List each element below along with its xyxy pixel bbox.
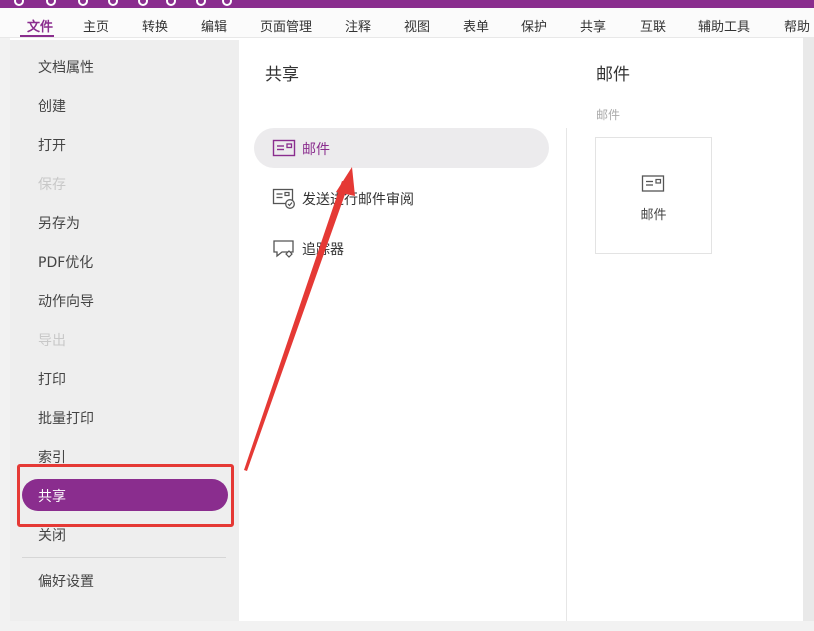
menu-annotate[interactable]: 注释 xyxy=(345,16,371,35)
quick-access-icon[interactable] xyxy=(166,0,176,6)
menu-accessibility[interactable]: 辅助工具 xyxy=(698,16,750,35)
share-options-panel: 共享 邮件 发送进行邮件审阅 追踪器 xyxy=(239,40,566,621)
nav-save: 保存 xyxy=(38,177,66,193)
quick-access-icon[interactable] xyxy=(108,0,118,6)
menu-file[interactable]: 文件 xyxy=(27,16,53,35)
menu-convert[interactable]: 转换 xyxy=(142,16,168,35)
nav-save-as[interactable]: 另存为 xyxy=(38,213,80,233)
quick-access-icon[interactable] xyxy=(138,0,148,6)
menu-edit[interactable]: 编辑 xyxy=(201,16,227,35)
bottom-margin xyxy=(0,621,814,631)
option-tracker-label: 追踪器 xyxy=(302,242,344,258)
quick-access-icon[interactable] xyxy=(46,0,56,6)
nav-preferences[interactable]: 偏好设置 xyxy=(38,571,94,591)
menu-protect[interactable]: 保护 xyxy=(521,16,547,35)
mail-review-icon xyxy=(272,188,295,209)
nav-document-properties[interactable]: 文档属性 xyxy=(38,57,94,77)
section-title: 共享 xyxy=(265,65,299,85)
detail-subtitle: 邮件 xyxy=(596,108,621,122)
nav-divider xyxy=(22,557,226,558)
option-mail-label: 邮件 xyxy=(302,142,330,158)
mail-card-button[interactable]: 邮件 xyxy=(595,137,712,254)
nav-index[interactable]: 索引 xyxy=(38,447,66,467)
mail-icon xyxy=(272,139,296,157)
nav-share-label: 共享 xyxy=(38,489,66,505)
quick-access-icon[interactable] xyxy=(222,0,232,6)
nav-print[interactable]: 打印 xyxy=(38,369,66,389)
menu-home[interactable]: 主页 xyxy=(83,16,109,35)
left-margin xyxy=(0,38,10,631)
right-edge-panel xyxy=(803,38,814,631)
nav-create[interactable]: 创建 xyxy=(38,96,66,116)
nav-export: 导出 xyxy=(38,333,66,349)
option-tracker[interactable]: 追踪器 xyxy=(254,228,549,268)
mail-icon xyxy=(641,175,665,192)
backstage-nav: 文档属性 创建 打开 保存 另存为 PDF优化 动作向导 导出 打印 批量打印 … xyxy=(10,40,239,621)
menu-view[interactable]: 视图 xyxy=(404,16,430,35)
option-send-for-email-review[interactable]: 发送进行邮件审阅 xyxy=(254,178,549,218)
nav-close[interactable]: 关闭 xyxy=(38,525,66,545)
column-separator xyxy=(566,128,567,621)
menu-share[interactable]: 共享 xyxy=(580,16,606,35)
nav-open[interactable]: 打开 xyxy=(38,135,66,155)
tracker-icon xyxy=(273,240,294,258)
active-menu-underline xyxy=(20,35,54,37)
nav-batch-print[interactable]: 批量打印 xyxy=(38,408,94,428)
menu-form[interactable]: 表单 xyxy=(463,16,489,35)
menu-bar: 文件 主页 转换 编辑 页面管理 注释 视图 表单 保护 共享 互联 辅助工具 … xyxy=(0,8,814,38)
title-bar xyxy=(0,0,814,8)
detail-title: 邮件 xyxy=(596,65,630,85)
quick-access-icon[interactable] xyxy=(196,0,206,6)
quick-access-icon[interactable] xyxy=(78,0,88,6)
option-send-for-email-review-label: 发送进行邮件审阅 xyxy=(302,192,414,208)
menu-page-manage[interactable]: 页面管理 xyxy=(260,16,312,35)
nav-action-wizard[interactable]: 动作向导 xyxy=(38,291,94,311)
nav-pdf-optimize[interactable]: PDF优化 xyxy=(38,252,93,272)
menu-connect[interactable]: 互联 xyxy=(640,16,666,35)
menu-help[interactable]: 帮助 xyxy=(784,16,810,35)
app-icon xyxy=(14,0,24,6)
mail-card-label: 邮件 xyxy=(640,208,667,223)
option-mail[interactable]: 邮件 xyxy=(254,128,549,168)
